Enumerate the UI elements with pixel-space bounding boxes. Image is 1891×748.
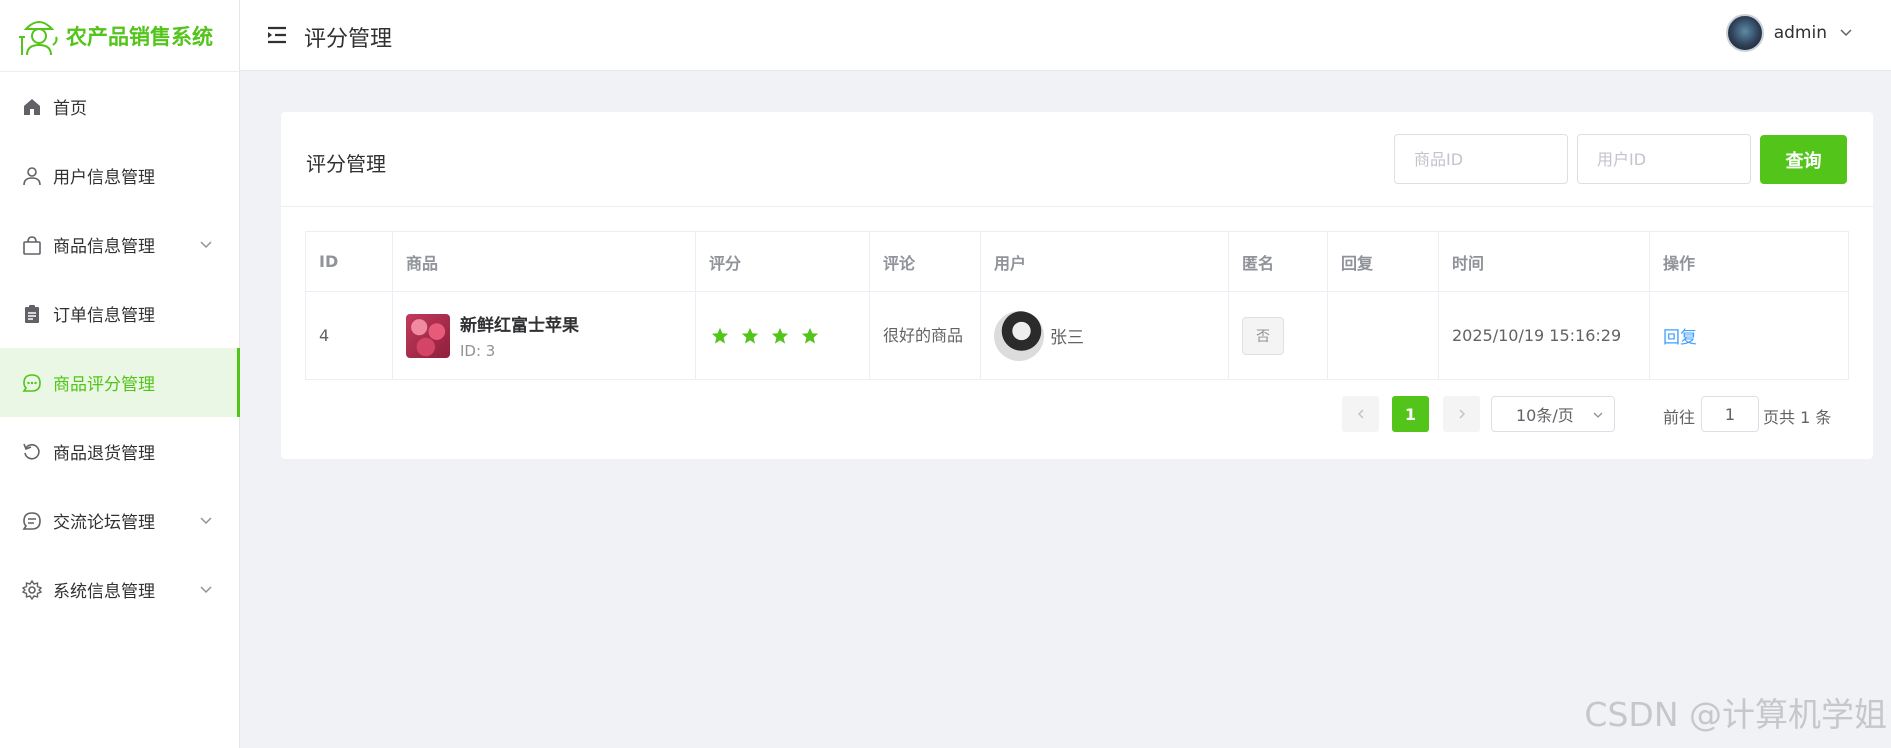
sidebar-item-label: 商品退货管理 [53, 444, 155, 464]
column-header-product: 商品 [392, 231, 696, 292]
shopping-bag-icon [22, 235, 42, 255]
table-row: 4 新鲜红富士苹果 ID: 3 很好的商品 张三 否 2025/10/19 15… [305, 291, 1849, 380]
row-user: 张三 [980, 291, 1229, 380]
sidebar-item-label: 商品信息管理 [53, 237, 155, 257]
prev-page-button[interactable] [1342, 396, 1379, 432]
product-name: 新鲜红富士苹果 [460, 316, 579, 336]
gear-icon [22, 579, 42, 600]
column-header-rating: 评分 [695, 231, 870, 292]
sidebar-item-label: 用户信息管理 [53, 168, 155, 188]
chevron-left-icon [1357, 409, 1364, 419]
page-size-select[interactable]: 10条/页 [1491, 396, 1615, 432]
menu-toggle-icon[interactable] [266, 25, 288, 45]
page-title: 评分管理 [304, 27, 393, 52]
sidebar-item-label: 交流论坛管理 [53, 513, 155, 533]
row-id: 4 [305, 291, 393, 380]
reply-link[interactable]: 回复 [1663, 328, 1697, 348]
card-title: 评分管理 [306, 152, 386, 176]
card-header: 评分管理 查询 [281, 112, 1873, 207]
goto-page-input[interactable] [1701, 396, 1759, 432]
avatar[interactable] [1725, 14, 1764, 52]
star-rating [709, 327, 869, 345]
row-time: 2025/10/19 15:16:29 [1438, 291, 1650, 380]
refresh-icon [22, 442, 42, 462]
chat-dots-icon [22, 373, 42, 393]
sidebar-item-product-info[interactable]: 商品信息管理 [0, 210, 239, 279]
sidebar-item-user-info[interactable]: 用户信息管理 [0, 141, 239, 210]
column-header-reply: 回复 [1327, 231, 1439, 292]
star-icon [741, 327, 759, 344]
search-button[interactable]: 查询 [1760, 135, 1847, 184]
sidebar-item-system-info[interactable]: 系统信息管理 [0, 555, 239, 624]
column-header-anonymous: 匿名 [1228, 231, 1328, 292]
sidebar-item-product-return[interactable]: 商品退货管理 [0, 417, 239, 486]
row-action: 回复 [1649, 291, 1849, 380]
row-comment: 很好的商品 [869, 291, 981, 380]
chevron-down-icon[interactable] [1839, 26, 1853, 40]
chevron-down-icon [200, 585, 212, 593]
sidebar-item-product-rating[interactable]: 商品评分管理 [0, 348, 240, 417]
product-id: ID: 3 [460, 342, 496, 360]
table-header-row: ID 商品 评分 评论 用户 匿名 回复 时间 操作 [305, 231, 1849, 292]
sidebar-item-order-info[interactable]: 订单信息管理 [0, 279, 239, 348]
sidebar-item-forum[interactable]: 交流论坛管理 [0, 486, 239, 555]
app-title: 农产品销售系统 [66, 24, 213, 49]
chevron-down-icon [1593, 412, 1603, 418]
username[interactable]: admin [1774, 23, 1827, 43]
pagination: 1 10条/页 前往 页共 1 条 [281, 396, 1873, 432]
rating-management-card: 评分管理 查询 ID 商品 评分 评论 用户 匿名 回复 时间 操作 4 [281, 112, 1873, 459]
home-icon [22, 97, 42, 117]
page-size-value: 10条/页 [1516, 406, 1574, 425]
user-id-search-input[interactable] [1577, 134, 1751, 184]
watermark: CSDN @计算机学姐 [1584, 695, 1887, 734]
app-logo[interactable]: 农产品销售系统 [0, 0, 239, 72]
total-label: 页共 1 条 [1763, 408, 1832, 427]
goto-label: 前往 [1663, 408, 1696, 427]
farmer-logo-icon [19, 20, 58, 55]
star-icon [711, 327, 729, 344]
row-product: 新鲜红富士苹果 ID: 3 [392, 291, 696, 380]
user-avatar [994, 310, 1044, 361]
sidebar-item-home[interactable]: 首页 [0, 72, 239, 141]
top-header: 评分管理 admin [240, 0, 1891, 71]
chevron-down-icon [200, 516, 212, 524]
row-reply [1327, 291, 1439, 380]
product-image [406, 313, 450, 358]
page-number-button[interactable]: 1 [1392, 396, 1429, 432]
column-header-time: 时间 [1438, 231, 1650, 292]
user-dropdown[interactable]: admin [1725, 14, 1853, 52]
column-header-id: ID [305, 231, 393, 292]
column-header-comment: 评论 [869, 231, 981, 292]
star-icon [801, 327, 819, 344]
clipboard-icon [22, 304, 42, 324]
user-icon [22, 166, 42, 186]
sidebar-item-label: 首页 [53, 99, 87, 119]
user-name: 张三 [1050, 328, 1084, 348]
product-id-search-input[interactable] [1394, 134, 1568, 184]
sidebar-item-label: 订单信息管理 [53, 306, 155, 326]
message-icon [22, 511, 42, 531]
sidebar-item-label: 系统信息管理 [53, 582, 155, 602]
star-icon [771, 327, 789, 344]
column-header-user: 用户 [980, 231, 1229, 292]
sidebar-item-label: 商品评分管理 [53, 375, 155, 395]
chevron-right-icon [1458, 409, 1465, 419]
comment-text: 很好的商品 [883, 325, 964, 345]
row-rating [695, 291, 870, 380]
row-anonymous: 否 [1228, 291, 1328, 380]
anonymous-tag: 否 [1242, 316, 1284, 355]
column-header-action: 操作 [1649, 231, 1849, 292]
chevron-down-icon [200, 240, 212, 248]
rating-table: ID 商品 评分 评论 用户 匿名 回复 时间 操作 4 新鲜红富士苹果 ID:… [305, 231, 1849, 380]
sidebar: 农产品销售系统 首页 用户信息管理 商品信息管理 订单信息管理 商品评分管理 商… [0, 0, 240, 748]
next-page-button[interactable] [1443, 396, 1480, 432]
